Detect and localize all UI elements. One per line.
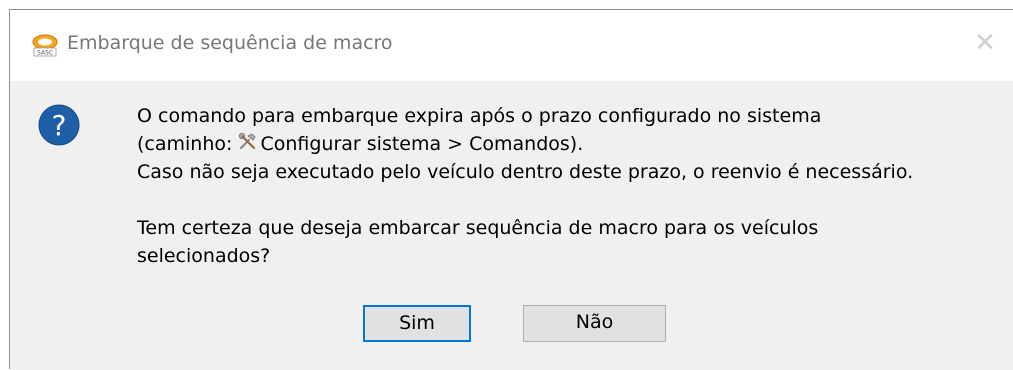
message-line-5: selecionados? bbox=[137, 245, 271, 267]
svg-text:?: ? bbox=[52, 109, 67, 142]
tools-icon bbox=[239, 132, 256, 150]
no-button[interactable]: Não bbox=[523, 305, 666, 342]
dialog-content: ? O comando para embarque expira após o … bbox=[10, 81, 1013, 370]
saga-logo-icon: SASC bbox=[32, 34, 58, 57]
close-icon[interactable]: ✕ bbox=[973, 30, 997, 56]
yes-button[interactable]: Sim bbox=[363, 305, 471, 342]
message-line-4: Tem certeza que deseja embarcar sequênci… bbox=[137, 217, 819, 239]
path-prefix: (caminho: bbox=[137, 133, 239, 155]
message-spacer bbox=[137, 186, 913, 214]
svg-text:SASC: SASC bbox=[37, 50, 53, 57]
question-icon: ? bbox=[38, 104, 80, 146]
message-line-3: Caso não seja executado pelo veículo den… bbox=[137, 161, 914, 183]
title-bar[interactable]: SASC Embarque de sequência de macro ✕ bbox=[10, 10, 1013, 81]
window-title: Embarque de sequência de macro bbox=[67, 32, 393, 54]
path-text: Configurar sistema > Comandos). bbox=[260, 133, 584, 155]
dialog-window: SASC Embarque de sequência de macro ✕ ? … bbox=[9, 9, 1013, 370]
message-line-2: (caminho: Configurar sistema > Comandos)… bbox=[137, 130, 913, 158]
message-line-1: O comando para embarque expira após o pr… bbox=[137, 105, 822, 127]
message-text: O comando para embarque expira após o pr… bbox=[137, 102, 913, 270]
